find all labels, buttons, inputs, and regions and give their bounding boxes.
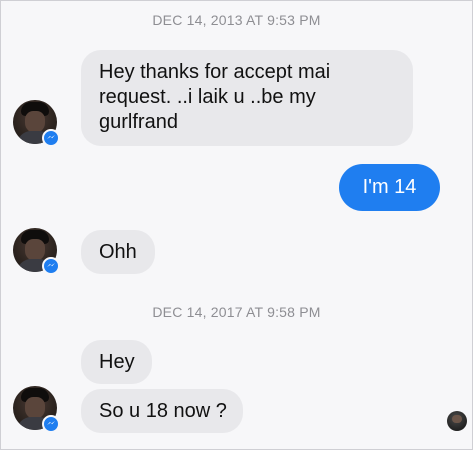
messenger-badge-icon — [42, 129, 60, 147]
message-bubble-incoming[interactable]: Ohh — [81, 230, 155, 274]
seen-indicator-avatar — [447, 411, 467, 431]
message-bubble-incoming[interactable]: Hey — [81, 340, 152, 384]
messenger-badge-icon — [42, 257, 60, 275]
timestamp-divider: DEC 14, 2013 AT 9:53 PM — [152, 12, 321, 28]
message-bubble-incoming[interactable]: Hey thanks for accept mai request. ..i l… — [81, 50, 413, 146]
messenger-badge-icon — [42, 415, 60, 433]
avatar[interactable] — [13, 228, 60, 275]
avatar[interactable] — [13, 386, 60, 433]
message-bubble-incoming[interactable]: So u 18 now ? — [81, 389, 243, 433]
message-bubble-outgoing[interactable]: I'm 14 — [339, 164, 440, 211]
timestamp-divider: DEC 14, 2017 AT 9:58 PM — [152, 304, 321, 320]
avatar[interactable] — [13, 100, 60, 147]
